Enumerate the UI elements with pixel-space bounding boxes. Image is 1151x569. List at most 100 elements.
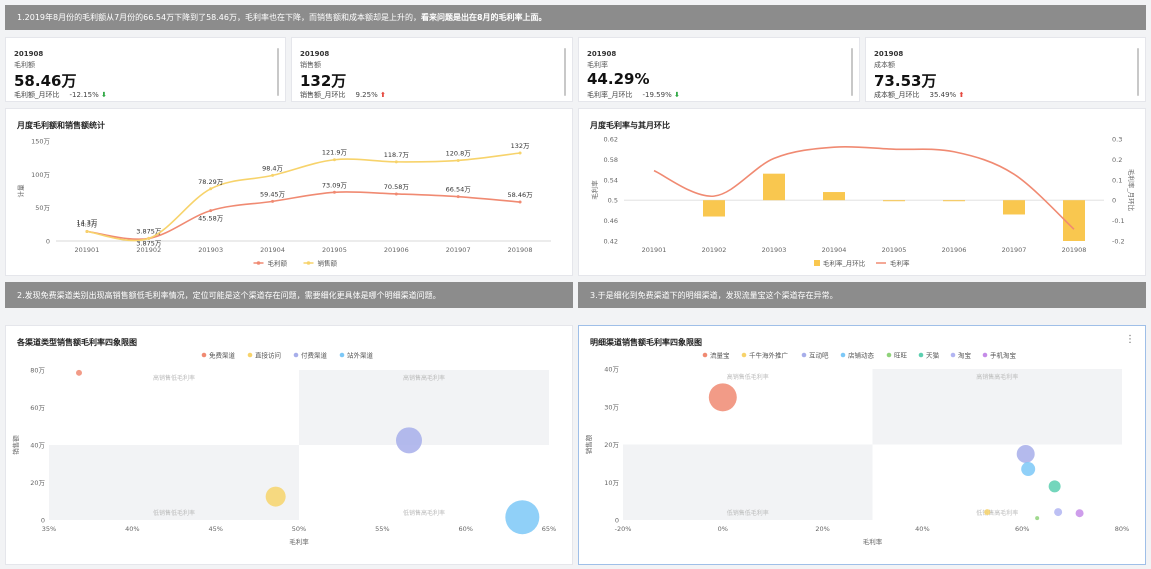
chart-card-monthly-margin: 月度毛利率与其月环比 0.42 0.46 0.5 0.54 0.58 0.62 -0.2 -0… <box>578 108 1146 276</box>
kpi-period: 201908 <box>587 50 617 58</box>
legend-label: 淘宝 <box>958 351 972 360</box>
scrollbar[interactable] <box>277 48 279 96</box>
x-tick-label: 35% <box>42 525 56 533</box>
data-label: 118.7万 <box>384 151 410 159</box>
scatter-point <box>396 427 422 454</box>
legend-label: 免费渠道 <box>209 351 236 360</box>
kpi-card-profit[interactable]: 201908 毛利额 58.46万 毛利额_月环比 -12.15% ⬇ <box>5 37 286 102</box>
x-tick-label: 0% <box>718 525 728 533</box>
data-point <box>332 158 336 162</box>
legend-label: 互动吧 <box>809 352 829 360</box>
legend-label: 付费渠道 <box>301 351 328 360</box>
data-label: 70.58万 <box>384 183 410 191</box>
y2-axis-label: 毛利率_月环比 <box>1127 169 1136 212</box>
legend-label: 毛利率 <box>890 259 910 268</box>
legend-label: 站外渠道 <box>347 351 374 360</box>
legend-label: 毛利率_月环比 <box>823 259 866 268</box>
y2-tick-label: -0.1 <box>1112 217 1125 225</box>
legend-dot-icon <box>982 352 988 358</box>
y2-tick-label: 0.2 <box>1112 156 1122 164</box>
kpi-name: 成本额 <box>874 61 895 69</box>
legend-label: 手机淘宝 <box>990 351 1017 360</box>
x-tick-label: 60% <box>1015 525 1029 533</box>
scatter-chart: 高销售低毛利率 高销售高毛利率低销售低毛利率 低销售高毛利率 0 10万 20万 30万 40… <box>584 351 1129 547</box>
scatter-point <box>1021 462 1036 477</box>
quadrant-label: 低销售高毛利率 <box>403 509 445 517</box>
scrollbar[interactable] <box>851 48 853 96</box>
x-tick-label: 201906 <box>942 246 967 254</box>
banner-3-text: 3.于是细化到免费渠道下的明细渠道，发现流量宝这个渠道存在异常。 <box>590 290 838 300</box>
x-tick-label: 80% <box>1115 525 1129 533</box>
kpi-compare: 毛利额_月环比 -12.15% ⬇ <box>14 90 107 100</box>
y-tick-label: 0.54 <box>604 176 618 184</box>
quadrant-shade <box>623 444 873 520</box>
scrollbar[interactable] <box>1137 48 1139 96</box>
scrollbar[interactable] <box>564 48 566 96</box>
kpi-card-margin[interactable]: 201908 毛利率 44.29% 毛利率_月环比 -19.59% ⬇ <box>578 37 860 102</box>
scatter-point <box>1016 444 1035 463</box>
data-label: 45.58万 <box>198 215 224 223</box>
data-label: 120.8万 <box>446 149 472 157</box>
quadrant-shade <box>49 445 299 520</box>
kpi-compare-label: 毛利额_月环比 <box>14 91 60 99</box>
scatter-point <box>1035 516 1040 521</box>
legend-label: 天猫 <box>926 351 940 360</box>
bar <box>823 192 845 201</box>
y-tick-label: 0.5 <box>608 197 618 205</box>
kpi-card-cost[interactable]: 201908 成本额 73.53万 成本额_月环比 35.49% ⬆ <box>865 37 1146 102</box>
y-axis-label: 毛利率 <box>590 180 599 200</box>
y-axis-label: 销售额 <box>584 434 593 454</box>
kpi-value: 58.46万 <box>14 72 77 90</box>
x-tick-label: 201903 <box>198 246 223 254</box>
y-tick-label: 50万 <box>35 204 50 212</box>
data-point <box>518 151 522 155</box>
x-tick-label: 201904 <box>260 246 285 254</box>
kpi-name: 毛利率 <box>587 61 608 69</box>
scatter-point <box>708 383 737 412</box>
legend-dot-icon <box>886 352 892 358</box>
kpi-compare-label: 毛利率_月环比 <box>587 91 633 99</box>
data-point <box>271 199 275 203</box>
x-tick-label: 201907 <box>446 246 471 254</box>
line-chart: 050万100万150万计量201901 201902 201903 201904 20… <box>16 138 551 268</box>
data-point <box>394 160 398 164</box>
insight-banner-1: 1.2019年8月份的毛利额从7月份的66.54万下降到了58.46万，毛利率也… <box>5 5 1146 30</box>
quadrant-label: 高销售低毛利率 <box>727 373 769 381</box>
legend-dot-icon <box>702 352 708 358</box>
y-tick-label: 20万 <box>30 479 45 487</box>
scatter-point <box>1054 508 1063 517</box>
data-point <box>456 158 460 162</box>
data-label: 132万 <box>511 142 530 150</box>
kpi-value: 73.53万 <box>874 72 937 90</box>
data-label: 3.875万 <box>136 239 162 247</box>
y-tick-label: 0.58 <box>604 156 618 164</box>
y-tick-label: 0.62 <box>604 136 618 144</box>
data-label: 58.46万 <box>508 191 534 199</box>
kpi-period: 201908 <box>300 50 330 58</box>
kpi-compare: 销售额_月环比 9.25% ⬆ <box>300 90 386 100</box>
banner-2-text: 2.发现免费渠道类别出现高销售额低毛利率情况，定位可能是这个渠道存在问题，需要细… <box>17 290 441 300</box>
kpi-card-sales[interactable]: 201908 销售额 132万 销售额_月环比 9.25% ⬆ <box>291 37 573 102</box>
x-tick-label: 201907 <box>1002 246 1027 254</box>
kpi-value: 132万 <box>300 72 347 90</box>
data-label: 98.4万 <box>262 164 283 172</box>
y2-tick-label: 0 <box>1112 197 1116 205</box>
kpi-name: 毛利额 <box>14 61 35 69</box>
legend-dot-icon <box>339 352 345 358</box>
y-tick-label: 10万 <box>604 479 619 487</box>
y-tick-label: 80万 <box>30 367 45 375</box>
quadrant-label: 低销售低毛利率 <box>727 509 769 517</box>
bar <box>883 200 905 202</box>
x-tick-label: 201903 <box>762 246 787 254</box>
x-tick-label: 50% <box>292 525 306 533</box>
kpi-value: 44.29% <box>587 70 650 88</box>
data-point <box>518 200 522 204</box>
quadrant-label: 高销售低毛利率 <box>153 374 195 382</box>
y-tick-label: 100万 <box>31 171 50 179</box>
kpi-compare-value: 35.49% <box>929 91 957 99</box>
data-point <box>332 190 336 194</box>
banner-1-bold: 看来问题是出在8月的毛利率上面。 <box>420 13 547 22</box>
data-label: 73.09万 <box>322 181 348 189</box>
legend-label: 千牛海外推广 <box>749 351 789 360</box>
y-tick-label: 0.46 <box>604 217 618 225</box>
